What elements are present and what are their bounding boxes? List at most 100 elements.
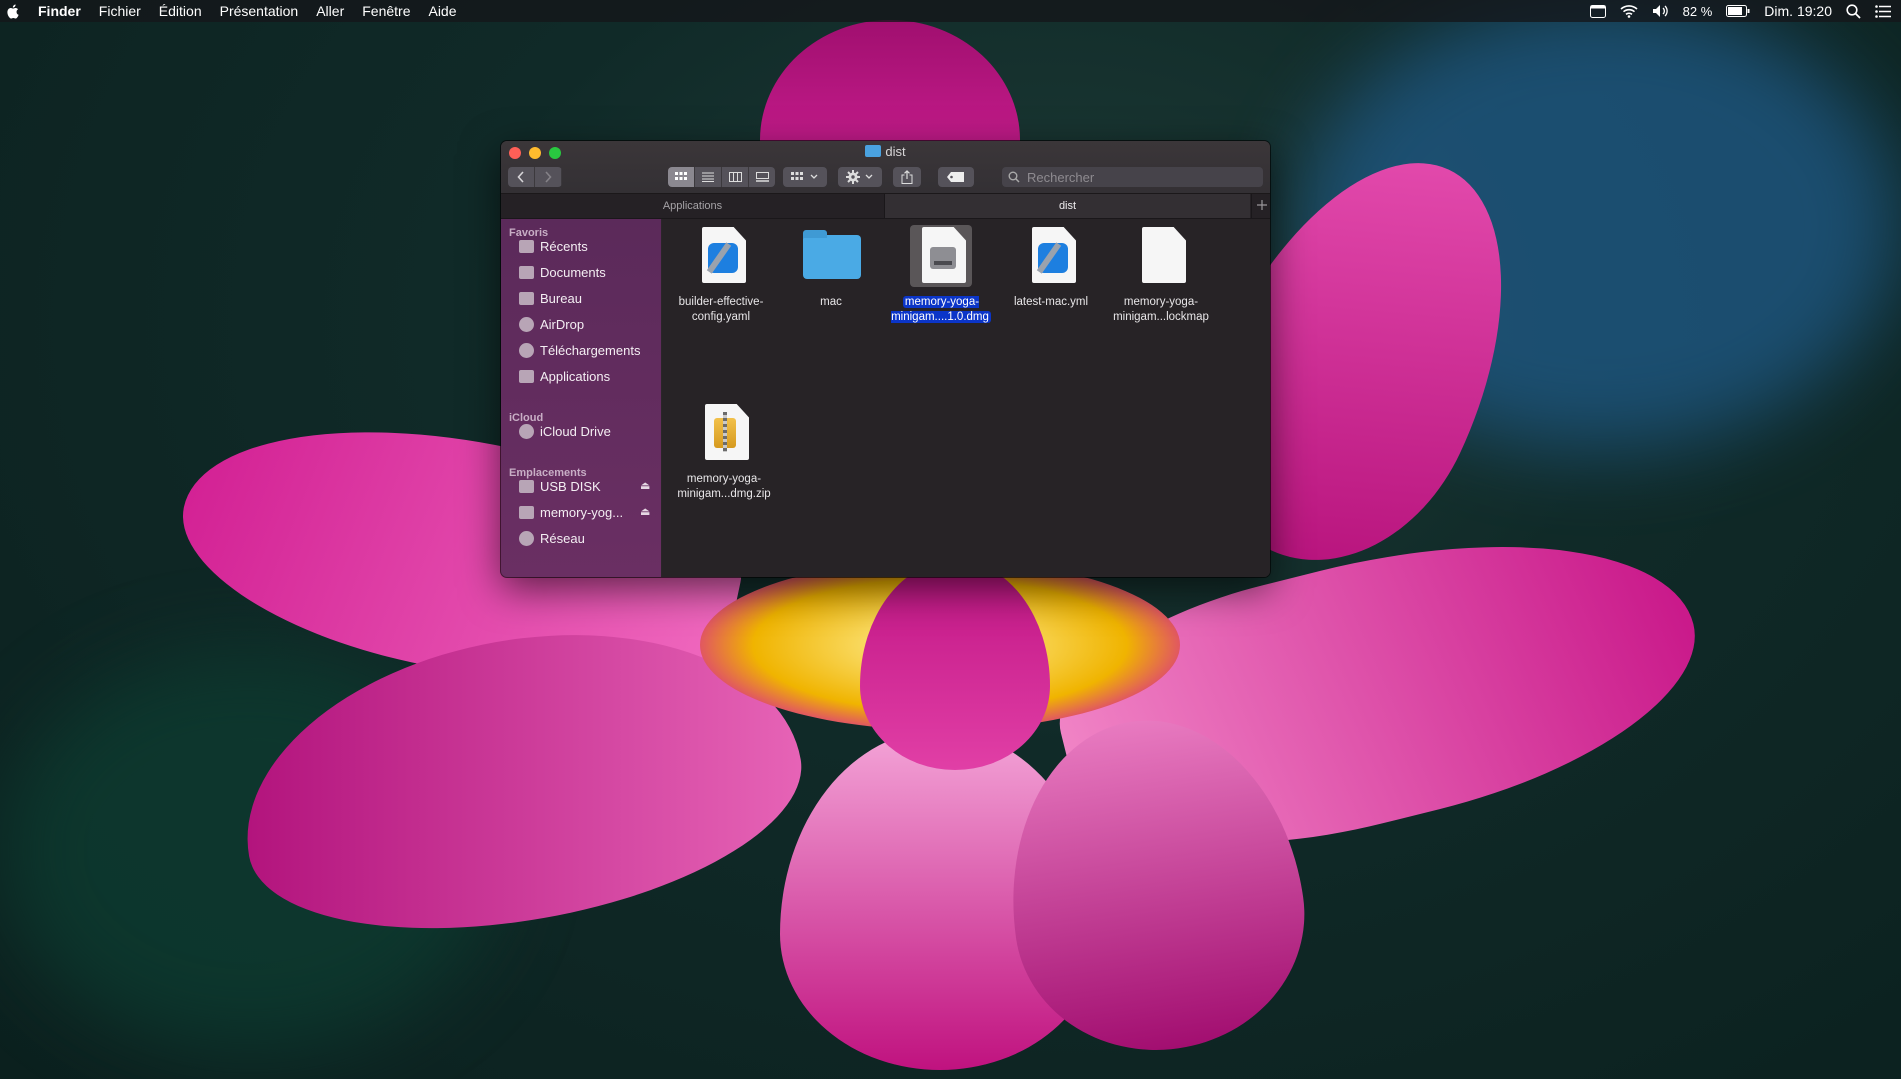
tags-button[interactable]: [938, 167, 974, 187]
file-memory-yoga-zip[interactable]: memory-yoga- minigam...dmg.zip: [674, 402, 774, 502]
menu-aide[interactable]: Aide: [419, 0, 465, 22]
file-memory-yoga-blockmap[interactable]: memory-yoga- minigam...lockmap: [1111, 225, 1211, 325]
tab-dist[interactable]: dist: [885, 194, 1250, 218]
sidebar-item-label: memory-yog...: [540, 504, 624, 520]
chevron-down-icon: [810, 174, 818, 179]
battery-icon[interactable]: [1726, 5, 1750, 17]
blank-document-icon: [1130, 225, 1192, 287]
drive-icon: [519, 479, 534, 493]
sidebar: Favoris Récents Documents Bureau AirDrop…: [501, 219, 661, 577]
drive-icon: [519, 505, 534, 519]
sidebar-item-documents[interactable]: Documents: [519, 262, 606, 282]
file-name: memory-yoga- minigam...lockmap: [1113, 296, 1209, 323]
grid-icon: [791, 172, 803, 180]
plus-icon: [1256, 200, 1267, 210]
chevron-right-icon: [545, 171, 552, 183]
list-view-button[interactable]: [695, 167, 722, 187]
battery-percent[interactable]: 82 %: [1683, 4, 1713, 19]
share-button[interactable]: [893, 167, 921, 187]
file-memory-yoga-dmg[interactable]: memory-yoga- minigam....1.0.dmg: [891, 225, 991, 325]
documents-icon: [519, 265, 534, 279]
sidebar-item-label: Documents: [540, 264, 606, 280]
tab-applications[interactable]: Applications: [501, 194, 885, 218]
menu-fenetre[interactable]: Fenêtre: [353, 0, 419, 22]
grid-icon: [675, 172, 687, 180]
xcode-document-icon: [690, 225, 752, 287]
navigation-buttons: [508, 167, 562, 187]
search-input[interactable]: [1025, 168, 1249, 186]
sidebar-item-usb-disk[interactable]: USB DISK: [519, 476, 601, 496]
action-menu-button[interactable]: [838, 167, 882, 187]
volume-icon[interactable]: [1652, 4, 1669, 18]
recents-icon: [519, 239, 534, 253]
apple-menu-icon[interactable]: [6, 4, 19, 19]
column-view-button[interactable]: [722, 167, 749, 187]
sidebar-item-airdrop[interactable]: AirDrop: [519, 314, 584, 334]
sidebar-item-label: iCloud Drive: [540, 423, 611, 439]
desktop-icon: [519, 291, 534, 305]
sidebar-item-label: Récents: [540, 238, 588, 254]
sidebar-item-bureau[interactable]: Bureau: [519, 288, 582, 308]
forward-button[interactable]: [535, 167, 562, 187]
gallery-view-button[interactable]: [749, 167, 775, 187]
sidebar-item-memory-yoga[interactable]: memory-yog...: [519, 502, 623, 522]
tag-icon: [947, 172, 964, 182]
file-mac[interactable]: mac: [781, 225, 881, 310]
finder-window: dist Applications: [501, 141, 1270, 577]
downloads-icon: [519, 342, 534, 358]
tab-bar: Applications dist: [501, 194, 1270, 219]
cloud-icon: [519, 423, 534, 439]
search-icon: [1008, 171, 1020, 183]
calendar-icon[interactable]: [1589, 4, 1606, 18]
menu-fichier[interactable]: Fichier: [90, 0, 150, 22]
sidebar-item-label: USB DISK: [540, 478, 601, 494]
file-name: latest-mac.yml: [1013, 296, 1089, 308]
sidebar-item-reseau[interactable]: Réseau: [519, 528, 585, 548]
eject-icon[interactable]: ⏏: [640, 479, 650, 492]
menu-edition[interactable]: Édition: [150, 0, 211, 22]
list-icon: [702, 172, 714, 182]
file-name: builder-effective- config.yaml: [678, 296, 764, 323]
eject-icon[interactable]: ⏏: [640, 505, 650, 518]
file-latest-mac[interactable]: latest-mac.yml: [1001, 225, 1101, 310]
menu-bar: Finder Fichier Édition Présentation Alle…: [0, 0, 1901, 22]
xcode-document-icon: [1020, 225, 1082, 287]
sidebar-item-label: Réseau: [540, 530, 585, 546]
disk-image-icon: [910, 225, 972, 287]
menu-finder[interactable]: Finder: [29, 0, 90, 22]
sidebar-item-label: Applications: [540, 368, 611, 384]
network-icon: [519, 530, 534, 546]
sidebar-item-label: AirDrop: [540, 316, 585, 332]
sidebar-item-telechargements[interactable]: Téléchargements: [519, 340, 640, 360]
airdrop-icon: [519, 316, 534, 332]
menu-presentation[interactable]: Présentation: [211, 0, 308, 22]
sidebar-item-icloud-drive[interactable]: iCloud Drive: [519, 421, 611, 441]
folder-icon: [800, 225, 862, 287]
back-button[interactable]: [508, 167, 535, 187]
columns-icon: [728, 172, 742, 182]
file-name: mac: [820, 296, 842, 308]
file-builder-effective-config[interactable]: builder-effective- config.yaml: [671, 225, 771, 325]
spotlight-search-icon[interactable]: [1846, 3, 1861, 19]
window-toolbar: dist: [501, 141, 1270, 194]
search-field[interactable]: [1002, 167, 1263, 187]
menu-clock[interactable]: Dim. 19:20: [1764, 3, 1832, 19]
group-by-button[interactable]: [783, 167, 827, 187]
notification-center-icon[interactable]: [1875, 4, 1891, 18]
sidebar-item-applications[interactable]: Applications: [519, 366, 610, 386]
window-title: dist: [501, 144, 1270, 159]
file-browser: builder-effective- config.yaml mac memor…: [662, 219, 1270, 577]
file-name: memory-yoga- minigam....1.0.dmg: [891, 296, 991, 323]
gear-icon: [846, 170, 860, 184]
new-tab-button[interactable]: [1251, 194, 1270, 218]
menu-aller[interactable]: Aller: [307, 0, 353, 22]
view-mode-switcher: [668, 167, 775, 187]
icon-view-button[interactable]: [668, 167, 695, 187]
chevron-down-icon: [865, 174, 873, 179]
sidebar-item-label: Téléchargements: [540, 342, 641, 358]
sidebar-item-recents[interactable]: Récents: [519, 236, 588, 256]
gallery-icon: [755, 172, 769, 182]
share-icon: [901, 170, 913, 184]
wifi-icon[interactable]: [1620, 4, 1638, 18]
sidebar-item-label: Bureau: [540, 290, 582, 306]
